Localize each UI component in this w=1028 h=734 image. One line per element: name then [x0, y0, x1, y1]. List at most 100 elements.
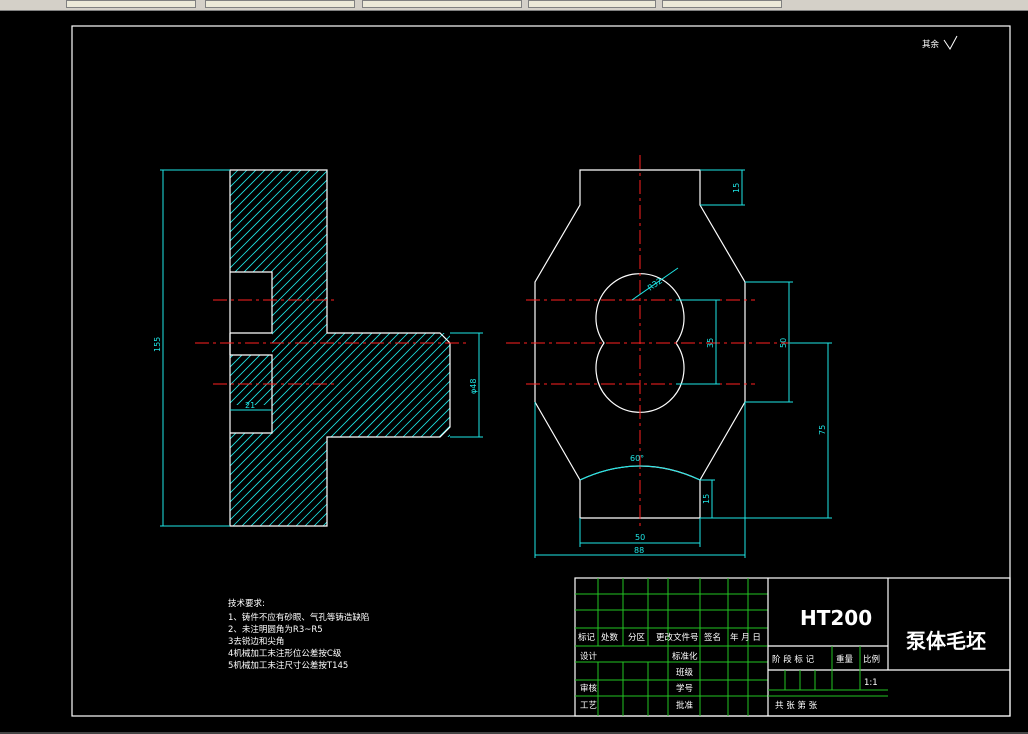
part-name: 泵体毛坯: [906, 629, 986, 653]
section-view: 155 21 φ48: [0, 160, 896, 560]
hatch-line: [230, 170, 366, 526]
hatch-line: [261, 170, 450, 526]
hatch-line: [0, 160, 176, 560]
svg-text:年 月 日: 年 月 日: [730, 632, 761, 643]
dimension-radius-32: R32: [631, 267, 679, 301]
hatch-line: [387, 170, 450, 526]
hatch-line: [230, 170, 276, 526]
hatch-line: [243, 170, 450, 526]
svg-text:50: 50: [779, 338, 788, 348]
hatch-line: [230, 170, 411, 526]
hatch-line: [0, 160, 104, 560]
hatch-line: [0, 160, 95, 560]
hatch-line: [378, 170, 450, 526]
hatch-line: [441, 170, 450, 526]
hatch-line: [230, 170, 450, 526]
toolbar-field[interactable]: [66, 0, 196, 8]
technical-requirements: 技术要求: 1、铸件不应有砂眼、气孔等铸造缺陷 2、未注明圆角为R3~R5 3去…: [228, 598, 369, 671]
svg-text:阶 段 标 记: 阶 段 标 记: [772, 654, 815, 665]
hatch-line: [252, 170, 450, 526]
hatch-line: [469, 160, 869, 560]
hatch-line: [230, 170, 231, 526]
hatch-line: [230, 170, 450, 526]
svg-text:技术要求:: 技术要求:: [228, 598, 265, 609]
dimension-height-75: 75: [700, 342, 832, 519]
hatch-line: [230, 170, 450, 526]
toolbar-field[interactable]: [662, 0, 782, 8]
toolbar-field[interactable]: [362, 0, 522, 8]
dimension-width-21: 21: [230, 401, 272, 411]
hatch-line: [230, 170, 450, 526]
hatch-line: [360, 170, 450, 526]
svg-text:5机械加工未注尺寸公差按T145: 5机械加工未注尺寸公差按T145: [228, 660, 348, 671]
hatch-line: [230, 170, 420, 526]
hatch-line: [0, 160, 149, 560]
hatch-line: [230, 170, 450, 526]
hatch-line: [0, 160, 167, 560]
hatch-line: [230, 170, 384, 526]
hatch-line: [0, 160, 68, 560]
svg-text:设计: 设计: [580, 651, 598, 662]
svg-text:φ48: φ48: [469, 379, 478, 394]
hatch-line: [234, 170, 450, 526]
hatch-line: [230, 170, 402, 526]
hatch-line: [230, 170, 450, 526]
dimension-diameter-48: φ48: [450, 332, 483, 438]
svg-text:1:1: 1:1: [864, 678, 878, 688]
hatch-line: [230, 170, 303, 526]
hatch-line: [230, 170, 249, 526]
svg-text:88: 88: [634, 546, 644, 555]
hatch-line: [0, 160, 221, 560]
hatch-line: [230, 170, 450, 526]
hatch-line: [478, 160, 878, 560]
svg-text:1、铸件不应有砂眼、气孔等铸造缺陷: 1、铸件不应有砂眼、气孔等铸造缺陷: [228, 612, 369, 623]
hatch-line: [230, 170, 429, 526]
svg-text:批准: 批准: [676, 700, 694, 711]
hatch-line: [306, 170, 450, 526]
svg-text:处数: 处数: [601, 632, 619, 643]
hatch-line: [230, 170, 357, 526]
hatch-line: [230, 170, 438, 526]
svg-text:4机械加工未注形位公差按C级: 4机械加工未注形位公差按C级: [228, 648, 342, 659]
hatch-line: [230, 170, 450, 526]
hatch-line: [0, 160, 203, 560]
hatch-line: [405, 170, 450, 526]
toolbar-field[interactable]: [528, 0, 656, 8]
svg-text:工艺: 工艺: [580, 701, 597, 711]
hatch-line: [230, 170, 240, 526]
hatch-line: [414, 170, 450, 526]
hatch-line: [230, 170, 450, 526]
hatch-line: [324, 170, 450, 526]
hatch-line: [0, 160, 50, 560]
title-block: 标记 处数 分区 更改文件号 签名 年 月 日 设计 标准化 班级 审核 学号 …: [574, 577, 1011, 717]
svg-text:班级: 班级: [676, 667, 694, 678]
hatch-line: [0, 160, 194, 560]
cad-drawing-canvas[interactable]: 其余 155 21 φ48 R32 15 35 50 75 15 60° 50 …: [0, 10, 1028, 734]
dimension-width-50: 50: [579, 518, 701, 547]
hatch-line: [230, 170, 450, 526]
hatch-line: [0, 160, 185, 560]
toolbar-field[interactable]: [205, 0, 355, 8]
svg-text:标准化: 标准化: [672, 651, 698, 662]
section-outline: [229, 169, 451, 527]
svg-text:比例: 比例: [863, 654, 880, 665]
svg-text:60°: 60°: [630, 454, 644, 463]
svg-text:更改文件号: 更改文件号: [656, 632, 699, 643]
hatch-pattern: [0, 160, 896, 560]
hatch-line: [230, 170, 447, 526]
svg-text:学号: 学号: [676, 683, 693, 694]
svg-text:分区: 分区: [628, 633, 646, 643]
hatch-line: [230, 170, 450, 526]
hatch-line: [496, 160, 896, 560]
svg-text:75: 75: [818, 425, 827, 435]
hatch-line: [333, 170, 450, 526]
svg-text:标记: 标记: [578, 632, 596, 643]
svg-text:其余: 其余: [922, 39, 940, 50]
hatch-line: [279, 170, 450, 526]
hatch-line: [423, 170, 450, 526]
hatch-line: [0, 160, 158, 560]
hatch-line: [230, 170, 450, 526]
hatch-line: [297, 170, 450, 526]
svg-text:155: 155: [153, 337, 162, 352]
hatch-line: [230, 170, 258, 526]
